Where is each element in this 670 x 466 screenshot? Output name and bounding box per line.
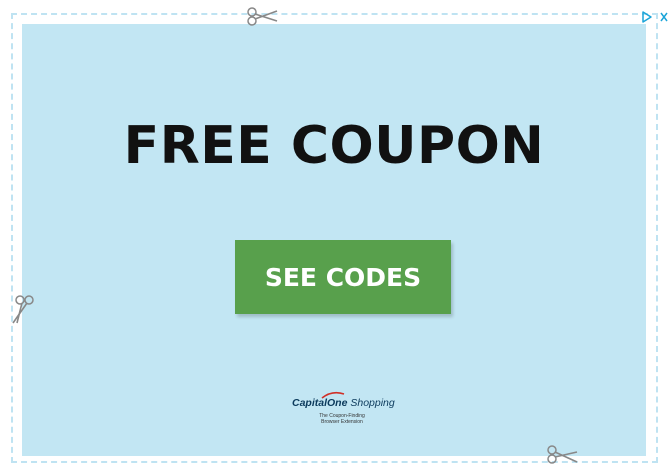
- see-codes-button[interactable]: SEE CODES: [235, 240, 451, 314]
- swoosh-icon: [321, 391, 345, 399]
- brand-name-shopping: Shopping: [350, 397, 395, 409]
- capital-one-shopping-logo: CapitalOne Shopping: [292, 391, 395, 410]
- coupon-panel[interactable]: FREE COUPON SEE CODES CapitalOne Shoppin…: [22, 24, 646, 456]
- ad-container[interactable]: FREE COUPON SEE CODES CapitalOne Shoppin…: [0, 0, 670, 466]
- scissors-icon: [12, 295, 34, 324]
- adchoices-icon[interactable]: [641, 10, 653, 24]
- brand-logo[interactable]: CapitalOne Shopping The Coupon-Finding B…: [292, 391, 395, 425]
- scissors-icon: [247, 7, 278, 26]
- headline: FREE COUPON: [123, 116, 545, 176]
- scissors-icon: [547, 445, 578, 464]
- brand-tagline-line2: Browser Extension: [321, 419, 363, 425]
- close-icon[interactable]: [658, 10, 670, 24]
